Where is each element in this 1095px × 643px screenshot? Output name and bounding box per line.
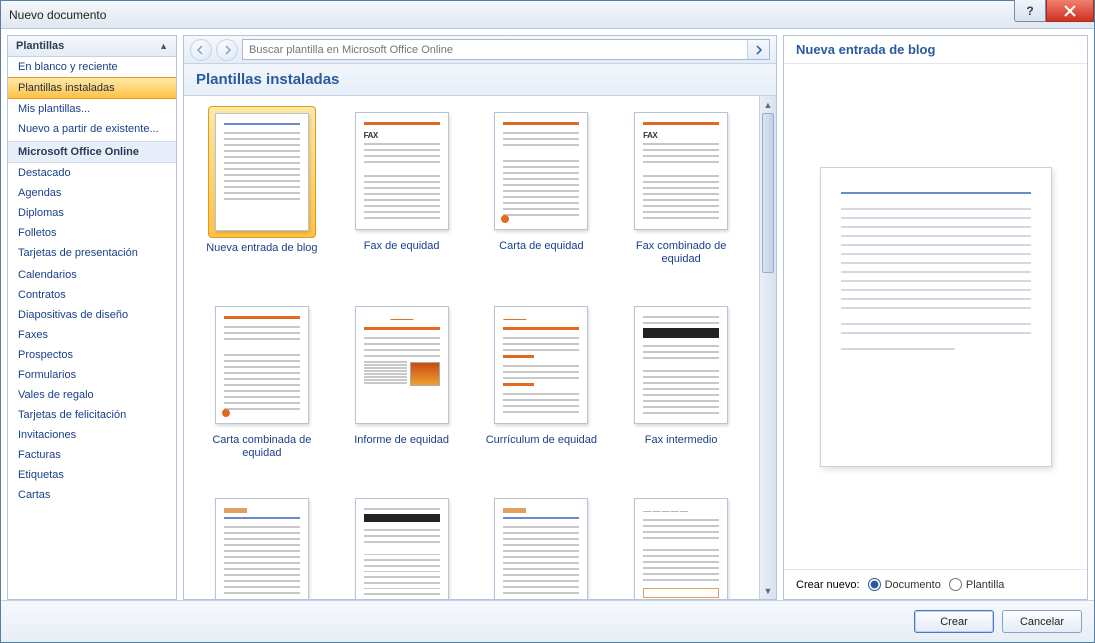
template-thumbnail: ——— — [494, 306, 588, 424]
template-item-1[interactable]: FAX Fax de equidad — [337, 106, 467, 268]
sidebar-item-15[interactable]: Formularios — [8, 365, 176, 385]
template-item-3[interactable]: FAX Fax combinado de equidad — [616, 106, 746, 268]
template-label: Carta de equidad — [499, 240, 583, 266]
templates-grid: Nueva entrada de blog FAX Fax de equidad Ca… — [184, 96, 759, 599]
template-label: Currículum de equidad — [486, 434, 597, 460]
sidebar-item-10[interactable]: Calendarios — [8, 265, 176, 285]
sidebar-item-3[interactable]: Nuevo a partir de existente... — [8, 119, 176, 141]
radio-plantilla-label: Plantilla — [966, 579, 1005, 591]
sidebar-item-8[interactable]: Folletos — [8, 223, 176, 243]
scroll-up-icon[interactable]: ▲ — [760, 96, 776, 113]
template-item-7[interactable]: Fax intermedio — [616, 300, 746, 460]
radio-plantilla-input[interactable] — [949, 578, 962, 591]
sidebar-item-19[interactable]: Facturas — [8, 445, 176, 465]
template-thumbnail: FAX — [634, 112, 728, 230]
sidebar-item-20[interactable]: Etiquetas — [8, 465, 176, 485]
sidebar-item-11[interactable]: Contratos — [8, 285, 176, 305]
sidebar-item-1[interactable]: Plantillas instaladas — [8, 77, 176, 99]
radio-plantilla[interactable]: Plantilla — [949, 578, 1005, 591]
template-item-8[interactable]: Carta intermedia — [197, 492, 327, 599]
close-icon — [1064, 5, 1076, 17]
template-label: Carta combinada de equidad — [197, 434, 327, 460]
preview-body — [784, 64, 1087, 569]
search-input[interactable] — [243, 40, 747, 59]
template-item-11[interactable]: — — — — —Informe intermedio — [616, 492, 746, 599]
center-toolbar — [184, 36, 776, 64]
template-item-2[interactable]: Carta de equidad — [476, 106, 606, 268]
sidebar-item-4[interactable]: Microsoft Office Online — [8, 141, 176, 163]
template-thumbnail — [634, 306, 728, 424]
radio-documento-label: Documento — [885, 579, 941, 591]
create-button[interactable]: Crear — [914, 610, 994, 633]
sidebar-item-2[interactable]: Mis plantillas... — [8, 99, 176, 119]
template-item-5[interactable]: ——— Informe de equidad — [337, 300, 467, 460]
template-label: Fax combinado de equidad — [616, 240, 746, 266]
template-label: Nueva entrada de blog — [206, 242, 317, 268]
template-thumbnail — [215, 113, 309, 231]
preview-document — [820, 167, 1052, 467]
template-thumbnail — [215, 306, 309, 424]
arrow-left-icon — [196, 45, 206, 55]
sidebar-header-label: Plantillas — [16, 40, 64, 52]
arrow-right-icon — [754, 45, 764, 55]
template-thumbnail — [494, 112, 588, 230]
window-controls: ? — [1014, 0, 1094, 22]
nav-back-button[interactable] — [190, 39, 212, 61]
template-thumbnail — [494, 498, 588, 599]
sidebar-header[interactable]: Plantillas ▲ — [8, 36, 176, 57]
sidebar-list[interactable]: En blanco y recientePlantillas instalada… — [8, 57, 176, 599]
template-item-6[interactable]: ——— Currículum de equidad — [476, 300, 606, 460]
radio-documento[interactable]: Documento — [868, 578, 941, 591]
sidebar-item-17[interactable]: Tarjetas de felicitación — [8, 405, 176, 425]
close-button[interactable] — [1046, 0, 1094, 22]
arrow-right-icon — [222, 45, 232, 55]
create-options: Crear nuevo: Documento Plantilla — [784, 569, 1087, 599]
template-item-9[interactable]: Fax combinado — [337, 492, 467, 599]
sidebar-item-16[interactable]: Vales de regalo — [8, 385, 176, 405]
template-thumbnail: — — — — — — [634, 498, 728, 599]
search-box — [242, 39, 770, 60]
template-label: Fax intermedio — [645, 434, 718, 460]
sidebar-item-18[interactable]: Invitaciones — [8, 425, 176, 445]
template-item-4[interactable]: Carta combinada de equidad — [197, 300, 327, 460]
template-label: Informe de equidad — [354, 434, 449, 460]
sidebar-item-13[interactable]: Faxes — [8, 325, 176, 345]
sidebar-item-14[interactable]: Prospectos — [8, 345, 176, 365]
window-title: Nuevo documento — [9, 8, 106, 22]
center-panel: Plantillas instaladas Nueva entrada de b… — [183, 35, 777, 600]
sidebar-item-9[interactable]: Tarjetas de presentación — [8, 243, 176, 265]
sidebar-item-6[interactable]: Agendas — [8, 183, 176, 203]
template-label: Fax de equidad — [364, 240, 440, 266]
sidebar-item-0[interactable]: En blanco y reciente — [8, 57, 176, 77]
templates-area: Nueva entrada de blog FAX Fax de equidad Ca… — [184, 96, 776, 599]
template-item-0[interactable]: Nueva entrada de blog — [197, 106, 327, 268]
template-thumbnail: ——— — [355, 306, 449, 424]
sidebar-item-5[interactable]: Destacado — [8, 163, 176, 183]
help-button[interactable]: ? — [1014, 0, 1046, 22]
template-item-10[interactable]: Carta combinada — [476, 492, 606, 599]
sidebar: Plantillas ▲ En blanco y recientePlantil… — [7, 35, 177, 600]
sidebar-item-12[interactable]: Diapositivas de diseño — [8, 305, 176, 325]
cancel-button[interactable]: Cancelar — [1002, 610, 1082, 633]
nav-forward-button[interactable] — [216, 39, 238, 61]
scroll-down-icon[interactable]: ▼ — [760, 582, 776, 599]
titlebar: Nuevo documento ? — [1, 1, 1094, 29]
templates-scrollbar[interactable]: ▲ ▼ — [759, 96, 776, 599]
center-heading: Plantillas instaladas — [184, 64, 776, 96]
dialog-footer: Crear Cancelar — [1, 600, 1094, 642]
sidebar-item-7[interactable]: Diplomas — [8, 203, 176, 223]
create-new-label: Crear nuevo: — [796, 579, 860, 591]
sidebar-item-21[interactable]: Cartas — [8, 485, 176, 505]
chevron-up-icon: ▲ — [159, 41, 168, 51]
dialog-nuevo-documento: Nuevo documento ? Plantillas ▲ En blanco… — [0, 0, 1095, 643]
preview-title: Nueva entrada de blog — [784, 36, 1087, 64]
template-thumbnail: FAX — [355, 112, 449, 230]
template-thumbnail — [215, 498, 309, 599]
template-thumbnail — [355, 498, 449, 599]
preview-panel: Nueva entrada de blog Crear nuevo: Docum… — [783, 35, 1088, 600]
search-go-button[interactable] — [747, 40, 769, 59]
radio-documento-input[interactable] — [868, 578, 881, 591]
scroll-thumb[interactable] — [762, 113, 774, 273]
